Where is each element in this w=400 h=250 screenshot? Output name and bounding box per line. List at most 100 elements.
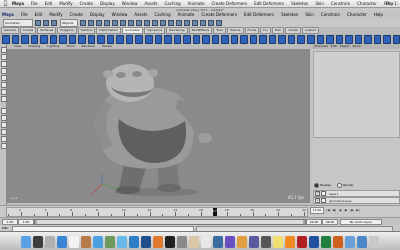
maya-menu-skeleton[interactable]: Skeleton — [281, 12, 298, 17]
jiggle-icon[interactable] — [211, 34, 220, 44]
unghost-icon[interactable] — [87, 34, 96, 44]
display-type-toggle[interactable] — [321, 198, 326, 203]
snap-plane-icon[interactable] — [128, 19, 134, 26]
show-channel-icon[interactable] — [200, 19, 206, 26]
system-preferences-icon[interactable] — [177, 235, 187, 248]
cluster-icon[interactable] — [144, 34, 153, 44]
visibility-toggle[interactable]: V — [315, 191, 320, 196]
ik-handle-icon[interactable] — [106, 34, 115, 44]
maya-menu-skin[interactable]: Skin — [305, 12, 314, 17]
maya-icon[interactable] — [129, 235, 139, 248]
visibility-toggle[interactable]: V — [315, 198, 320, 203]
address-book-icon[interactable] — [81, 235, 91, 248]
menu-set-select[interactable]: Animation — [3, 18, 33, 27]
stickies-icon[interactable] — [273, 235, 283, 248]
ik-spline-icon[interactable] — [116, 34, 124, 44]
go-to-start-button[interactable]: |◀ — [326, 208, 330, 212]
step-back-key-button[interactable]: ◀| — [332, 208, 336, 212]
maya-menu-create-deformers[interactable]: Create Deformers — [201, 12, 237, 17]
folder-icon[interactable] — [345, 235, 355, 248]
motion-path-icon[interactable] — [68, 34, 77, 44]
menu-skin[interactable]: Skin — [315, 1, 324, 6]
go-to-end-button[interactable]: ▶| — [356, 208, 360, 212]
play-backwards-button[interactable]: ◀ — [338, 208, 342, 212]
trash-icon[interactable] — [369, 235, 379, 248]
tangent-constraint-icon[interactable] — [297, 34, 305, 44]
maya-menu-caching[interactable]: Caching — [154, 12, 170, 17]
snap-curve-icon[interactable] — [112, 19, 118, 26]
itunes-store-icon[interactable] — [225, 235, 235, 248]
tab-curves[interactable]: Curves — [19, 27, 37, 34]
tab-custom[interactable]: Custom — [301, 27, 320, 34]
menu-caching[interactable]: Caching — [165, 1, 181, 6]
script-editor-icon[interactable] — [392, 34, 400, 44]
maya-menu-display[interactable]: Display — [90, 12, 105, 17]
terminal-icon[interactable] — [165, 235, 175, 248]
viewport[interactable]: x y z 45.7 fps — [7, 49, 310, 203]
tab-fur[interactable]: Fur — [260, 27, 271, 34]
clock[interactable]: Thu 1: — [385, 1, 398, 6]
menu-modify[interactable]: Modify — [59, 1, 72, 6]
selection-mode-select[interactable]: Objects — [60, 18, 78, 27]
bind-skin-icon[interactable] — [125, 34, 134, 44]
select-object-icon[interactable] — [88, 19, 94, 26]
ipr-icon[interactable] — [168, 19, 174, 26]
dashboard-icon[interactable] — [33, 235, 43, 248]
blend-shape-icon[interactable] — [164, 34, 172, 44]
new-scene-icon[interactable] — [35, 19, 41, 26]
menu-character[interactable]: Character — [357, 1, 377, 6]
show-layers-icon[interactable] — [216, 19, 222, 26]
orient-constraint-icon[interactable] — [240, 34, 248, 44]
downloads-icon[interactable] — [357, 235, 367, 248]
tab-polygons[interactable]: Polygons — [57, 27, 77, 34]
maya-menu-edit[interactable]: Edit — [35, 12, 43, 17]
preview-icon[interactable] — [189, 235, 199, 248]
step-forward-key-button[interactable]: |▶ — [350, 208, 354, 212]
display-mode-radio[interactable]: Display — [314, 183, 331, 188]
sculpt-icon[interactable] — [192, 34, 201, 44]
render-mode-radio[interactable]: Render — [337, 183, 354, 188]
dope-sheet-icon[interactable] — [49, 34, 58, 44]
nonlinear-icon[interactable] — [202, 34, 210, 44]
time-ruler[interactable]: 2 4 6 8 10 12 14 16 18 20 22 24 17 — [6, 207, 308, 217]
channel-box-area[interactable] — [313, 51, 400, 138]
tab-painteffects[interactable]: PaintEffects — [188, 27, 213, 34]
render-frame-icon[interactable] — [160, 19, 166, 26]
render-view-icon[interactable] — [152, 19, 158, 26]
tab-ncloth[interactable]: nCloth — [285, 27, 301, 34]
snap-point-icon[interactable] — [120, 19, 126, 26]
maya-menu-create[interactable]: Create — [70, 12, 83, 17]
tab-fluids[interactable]: Fluids — [244, 27, 260, 34]
tab-muscle[interactable]: Muscle — [227, 27, 244, 34]
channel-menu-object[interactable]: Object — [340, 44, 350, 49]
inbetween-icon[interactable] — [30, 34, 39, 44]
channel-box-icon[interactable] — [373, 34, 382, 44]
acrobat-icon[interactable] — [297, 235, 307, 248]
menu-animate[interactable]: Animate — [188, 1, 205, 6]
breakdown-icon[interactable] — [21, 34, 29, 44]
range-thumb[interactable] — [37, 220, 303, 224]
wrinkle-icon[interactable] — [183, 34, 191, 44]
quicktime-icon[interactable] — [213, 235, 223, 248]
menu-create-deformers[interactable]: Create Deformers — [211, 1, 247, 6]
menu-create[interactable]: Create — [80, 1, 93, 6]
tab-hair[interactable]: Hair — [271, 27, 285, 34]
calculator-icon[interactable] — [261, 235, 271, 248]
menu-assets[interactable]: Assets — [144, 1, 157, 6]
scale-constraint-icon[interactable] — [268, 34, 277, 44]
tab-rendering[interactable]: Rendering — [166, 27, 188, 34]
aim-constraint-icon[interactable] — [230, 34, 239, 44]
tab-general[interactable]: General — [1, 27, 19, 34]
lattice-icon[interactable] — [154, 34, 163, 44]
normal-constraint-icon[interactable] — [287, 34, 296, 44]
display-type-toggle[interactable] — [321, 191, 326, 196]
tool-settings-icon[interactable] — [383, 34, 391, 44]
maya-menu-animate[interactable]: Animate — [178, 12, 195, 17]
parent-constraint-icon[interactable] — [249, 34, 258, 44]
play-forwards-button[interactable]: ▶ — [344, 208, 348, 212]
select-hierarchy-icon[interactable] — [80, 19, 86, 26]
safari-icon[interactable] — [57, 235, 67, 248]
menu-display[interactable]: Display — [100, 1, 115, 6]
iphoto-icon[interactable] — [105, 235, 115, 248]
powerpoint-icon[interactable] — [333, 235, 343, 248]
